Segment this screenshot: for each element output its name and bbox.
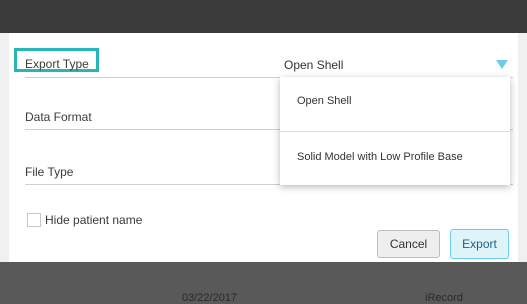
export-type-select[interactable]: Open Shell bbox=[284, 58, 343, 72]
app-top-bar bbox=[0, 0, 527, 33]
export-type-dropdown-menu: Open Shell Solid Model with Low Profile … bbox=[280, 77, 510, 185]
right-backdrop-strip bbox=[518, 33, 527, 262]
dropdown-option-label: Solid Model with Low Profile Base bbox=[297, 151, 463, 163]
export-button[interactable]: Export bbox=[450, 229, 509, 259]
hide-patient-name-label[interactable]: Hide patient name bbox=[45, 213, 142, 227]
background-record: iRecord bbox=[425, 292, 463, 304]
left-backdrop-strip bbox=[0, 33, 9, 262]
dropdown-option-label: Open Shell bbox=[297, 95, 352, 107]
dropdown-option-open-shell[interactable]: Open Shell bbox=[280, 77, 510, 131]
data-format-label: Data Format bbox=[25, 110, 92, 124]
cancel-button[interactable]: Cancel bbox=[377, 230, 440, 258]
background-table-row: 03/22/2017 iRecord bbox=[0, 262, 527, 304]
chevron-down-icon[interactable] bbox=[496, 60, 508, 69]
export-type-label: Export Type bbox=[25, 57, 89, 71]
dropdown-option-solid-model[interactable]: Solid Model with Low Profile Base bbox=[280, 131, 510, 185]
hide-patient-name-checkbox[interactable] bbox=[27, 213, 41, 227]
file-type-label: File Type bbox=[25, 165, 74, 179]
background-date: 03/22/2017 bbox=[182, 292, 238, 304]
